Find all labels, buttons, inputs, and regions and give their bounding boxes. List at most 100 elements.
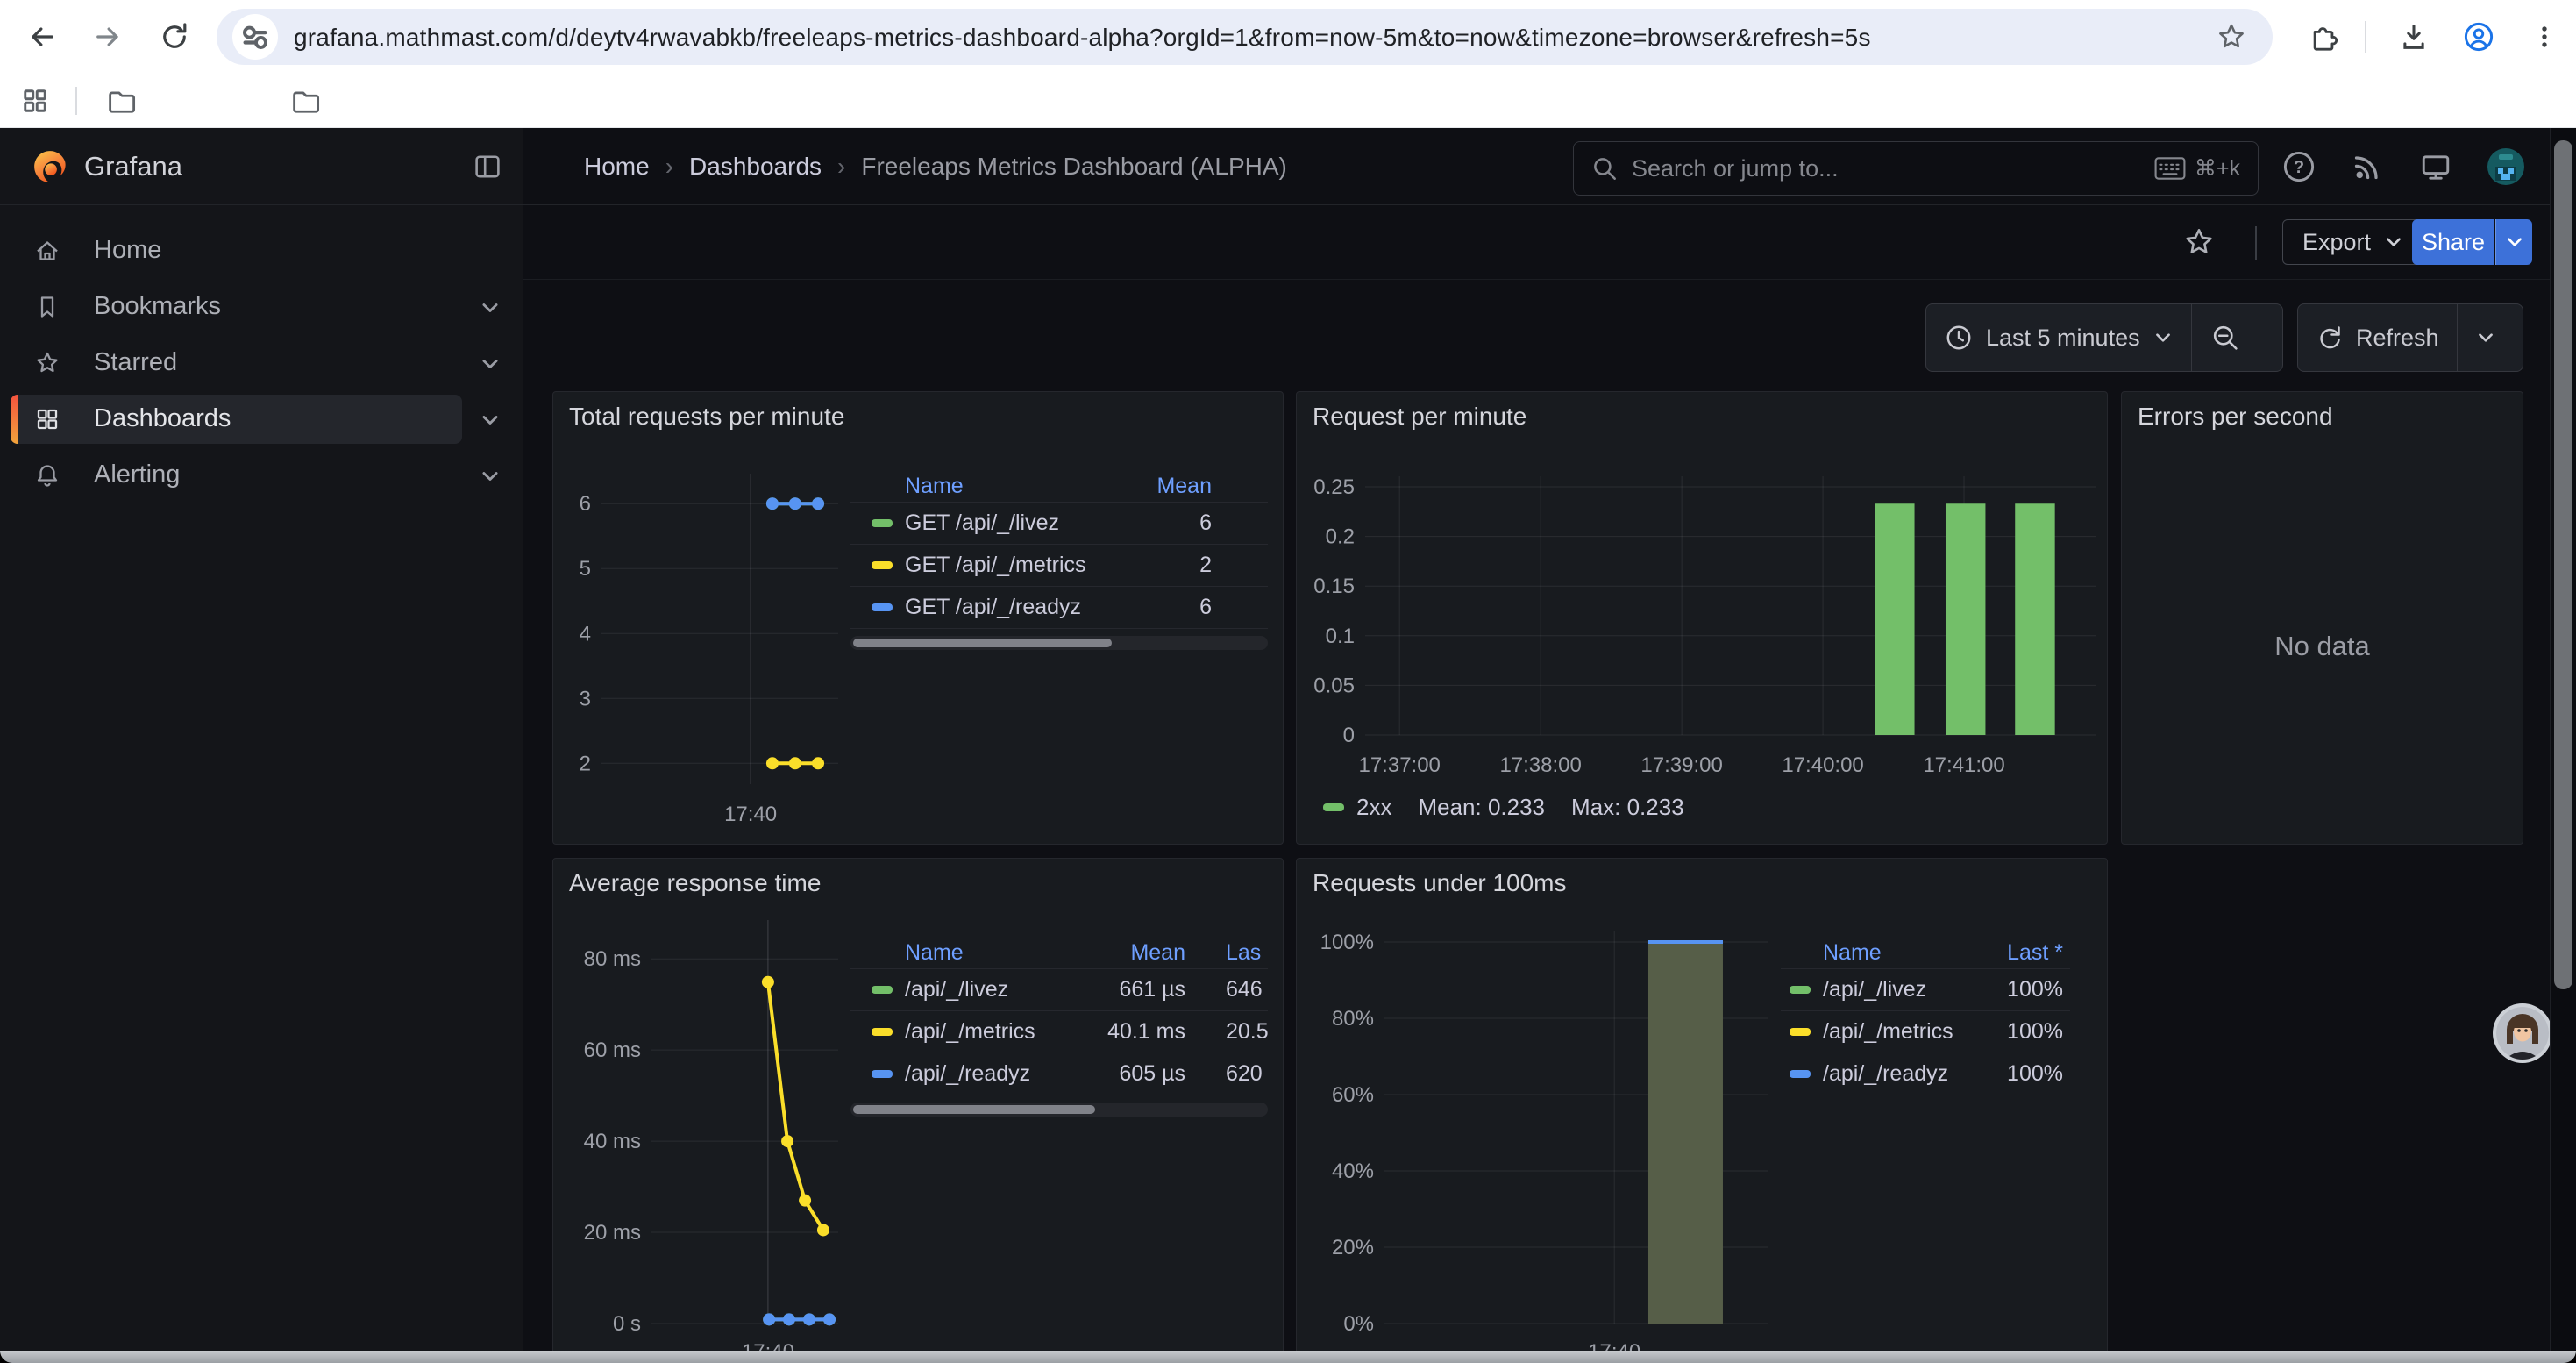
svg-text:0.15: 0.15	[1313, 574, 1355, 598]
panel-legend-table: NameMean GET /api/_/livez6 GET /api/_/me…	[850, 471, 1268, 650]
panel-total-requests: Total requests per minute 6543217:40 Nam…	[552, 391, 1284, 845]
chevron-down-icon[interactable]	[479, 465, 502, 488]
forward-icon[interactable]	[92, 21, 124, 53]
apps-grid-icon[interactable]	[19, 85, 51, 117]
url-text[interactable]: grafana.mathmast.com/d/deytv4rwavabkb/fr…	[294, 24, 2161, 52]
reload-icon[interactable]	[159, 21, 190, 53]
zoom-out-button[interactable]	[2192, 304, 2259, 371]
legend-row[interactable]: GET /api/_/livez6	[850, 503, 1268, 545]
assistant-avatar[interactable]	[2493, 1003, 2552, 1063]
bookmarks-divider	[75, 87, 77, 115]
bookmark-star-icon[interactable]	[2216, 21, 2247, 53]
scrollbar-thumb[interactable]	[2554, 140, 2572, 989]
help-button[interactable]: ?	[2280, 147, 2318, 186]
back-icon[interactable]	[26, 21, 58, 53]
profile-icon[interactable]	[2463, 21, 2494, 53]
svg-text:4: 4	[580, 622, 591, 646]
breadcrumb-home[interactable]: Home	[584, 153, 650, 181]
series-swatch	[872, 1028, 893, 1036]
panel-errors-per-second: Errors per second No data	[2121, 391, 2523, 845]
sidebar-item-bookmarks[interactable]: Bookmarks	[0, 279, 523, 335]
svg-text:17:40:00: 17:40:00	[1782, 753, 1863, 777]
sidebar-item-alerting[interactable]: Alerting	[0, 447, 523, 503]
chevron-down-icon[interactable]	[479, 296, 502, 319]
browser-window: grafana.mathmast.com/d/deytv4rwavabkb/fr…	[0, 0, 2576, 1363]
svg-text:20%: 20%	[1332, 1236, 1374, 1260]
panel-legend-table: NameLast * /api/_/livez100% /api/_/metri…	[1781, 938, 2070, 1095]
search-shortcut: ⌘+k	[2154, 155, 2240, 182]
folder-icon[interactable]	[289, 86, 321, 118]
bell-icon	[33, 461, 61, 489]
svg-text:0.25: 0.25	[1313, 475, 1355, 499]
legend-row[interactable]: GET /api/_/readyz6	[850, 587, 1268, 629]
legend-row[interactable]: /api/_/readyz100%	[1781, 1053, 2070, 1095]
breadcrumb-separator: ›	[837, 153, 845, 181]
refresh-interval-button[interactable]	[2458, 304, 2514, 371]
extensions-icon[interactable]	[2306, 21, 2338, 53]
kiosk-button[interactable]	[2416, 147, 2455, 186]
legend-header: NameLast *	[1781, 938, 2070, 969]
svg-text:0%: 0%	[1343, 1312, 1374, 1336]
no-data-message: No data	[2122, 631, 2523, 662]
user-avatar[interactable]	[2487, 147, 2525, 186]
search-placeholder: Search or jump to...	[1632, 155, 2154, 182]
search-icon	[1590, 153, 1619, 183]
legend-item[interactable]: 2xx	[1323, 794, 1391, 821]
panel-legend-table: NameMeanLas /api/_/livez661 µs646 /api/_…	[850, 938, 1268, 1117]
legend-row[interactable]: /api/_/metrics100%	[1781, 1011, 2070, 1053]
legend-row[interactable]: /api/_/livez100%	[1781, 969, 2070, 1011]
legend-row[interactable]: /api/_/readyz605 µs620	[850, 1053, 1268, 1095]
brand-label[interactable]: Grafana	[84, 151, 182, 182]
zoom-out-icon	[2210, 322, 2241, 353]
legend-header: NameMean	[850, 471, 1268, 503]
series-swatch	[872, 1070, 893, 1078]
svg-text:17:39:00: 17:39:00	[1640, 753, 1722, 777]
request-per-minute-chart[interactable]: 0.250.20.150.10.05017:37:0017:38:0017:39…	[1297, 392, 2109, 846]
star-dashboard-button[interactable]	[2178, 221, 2220, 263]
sidebar-item-dashboards[interactable]: Dashboards	[0, 391, 523, 447]
sidebar-item-starred[interactable]: Starred	[0, 335, 523, 391]
search-input[interactable]: Search or jump to... ⌘+k	[1573, 141, 2259, 196]
chevron-down-icon[interactable]	[479, 353, 502, 375]
svg-text:3: 3	[580, 687, 591, 710]
chevron-down-icon	[2475, 327, 2496, 348]
share-menu-button[interactable]	[2495, 219, 2532, 265]
legend-row[interactable]: GET /api/_/metrics2	[850, 545, 1268, 587]
svg-text:100%: 100%	[1320, 931, 1374, 954]
site-settings-icon[interactable]	[232, 14, 278, 60]
series-swatch	[1790, 1028, 1811, 1036]
download-icon[interactable]	[2398, 21, 2430, 53]
toolbar-divider	[2255, 226, 2257, 260]
export-button[interactable]: Export	[2282, 219, 2424, 265]
legend-scrollbar[interactable]	[850, 636, 1268, 650]
star-icon	[2182, 225, 2216, 259]
share-button[interactable]: Share	[2412, 219, 2494, 265]
folder-icon[interactable]	[105, 86, 137, 118]
toolbar-divider-line	[523, 279, 2550, 280]
time-range-picker[interactable]: Last 5 minutes	[1926, 304, 2191, 371]
panel-requests-under-100ms: Requests under 100ms 100%80%60%40%20%0%1…	[1296, 858, 2108, 1351]
legend-row[interactable]: /api/_/livez661 µs646	[850, 969, 1268, 1011]
time-range-label: Last 5 minutes	[1986, 325, 2140, 352]
legend-mean: Mean: 0.233	[1418, 794, 1545, 821]
legend-row[interactable]: /api/_/metrics40.1 ms20.5 r	[850, 1011, 1268, 1053]
chevron-down-icon[interactable]	[479, 409, 502, 432]
series-swatch	[1323, 803, 1344, 811]
menu-kebab-icon[interactable]	[2529, 21, 2560, 53]
requests-under-100ms-chart[interactable]: 100%80%60%40%20%0%17:40	[1297, 859, 2109, 1351]
refresh-button[interactable]: Refresh	[2298, 304, 2457, 371]
series-swatch	[872, 561, 893, 569]
legend-scrollbar[interactable]	[850, 1103, 1268, 1117]
breadcrumb-dashboards[interactable]: Dashboards	[689, 153, 822, 181]
panel-title[interactable]: Errors per second	[2138, 403, 2333, 431]
svg-text:5: 5	[580, 557, 591, 581]
svg-text:2: 2	[580, 752, 591, 775]
bookmarks-bar: Freeleaps 收藏博客	[0, 74, 2576, 128]
panel-request-per-minute: Request per minute 0.250.20.150.10.05017…	[1296, 391, 2108, 845]
news-button[interactable]	[2348, 147, 2387, 186]
sidebar-item-home[interactable]: Home	[0, 223, 523, 279]
page-scrollbar[interactable]	[2550, 128, 2576, 1351]
dock-menu-icon[interactable]	[472, 151, 503, 182]
url-bar[interactable]: grafana.mathmast.com/d/deytv4rwavabkb/fr…	[217, 9, 2273, 65]
series-swatch	[1790, 1070, 1811, 1078]
